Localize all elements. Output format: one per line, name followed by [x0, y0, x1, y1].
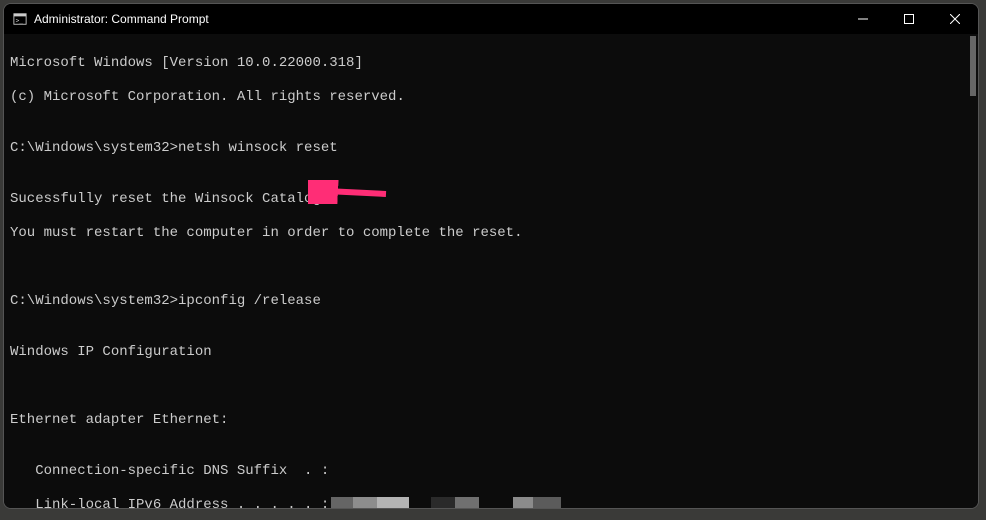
- titlebar[interactable]: >_ Administrator: Command Prompt: [4, 4, 978, 34]
- minimize-button[interactable]: [840, 4, 886, 34]
- output-line: (c) Microsoft Corporation. All rights re…: [10, 89, 972, 106]
- output-line: Windows IP Configuration: [10, 344, 972, 361]
- prompt-path: C:\Windows\system32>: [10, 293, 178, 309]
- output-line: Sucessfully reset the Winsock Catalog.: [10, 191, 972, 208]
- output-line: Microsoft Windows [Version 10.0.22000.31…: [10, 55, 972, 72]
- cmd-icon: >_: [12, 11, 28, 27]
- command-prompt-window: >_ Administrator: Command Prompt Microso…: [3, 3, 979, 509]
- window-title: Administrator: Command Prompt: [34, 12, 209, 26]
- scrollbar-thumb[interactable]: [970, 36, 976, 96]
- prompt-command: netsh winsock reset: [178, 140, 338, 156]
- prompt-path: C:\Windows\system32>: [10, 140, 178, 156]
- output-line: Link-local IPv6 Address . . . . . :: [10, 497, 972, 508]
- maximize-button[interactable]: [886, 4, 932, 34]
- output-text: Link-local IPv6 Address . . . . . :: [10, 497, 329, 508]
- close-button[interactable]: [932, 4, 978, 34]
- prompt-line: C:\Windows\system32>netsh winsock reset: [10, 140, 972, 157]
- window-controls: [840, 4, 978, 34]
- prompt-line: C:\Windows\system32>ipconfig /release: [10, 293, 972, 310]
- terminal-output[interactable]: Microsoft Windows [Version 10.0.22000.31…: [4, 34, 978, 508]
- redacted-ipv6: [331, 497, 561, 508]
- output-line: Connection-specific DNS Suffix . :: [10, 463, 972, 480]
- output-line: Ethernet adapter Ethernet:: [10, 412, 972, 429]
- svg-text:>_: >_: [16, 18, 24, 25]
- output-line: You must restart the computer in order t…: [10, 225, 972, 242]
- prompt-command: ipconfig /release: [178, 293, 321, 309]
